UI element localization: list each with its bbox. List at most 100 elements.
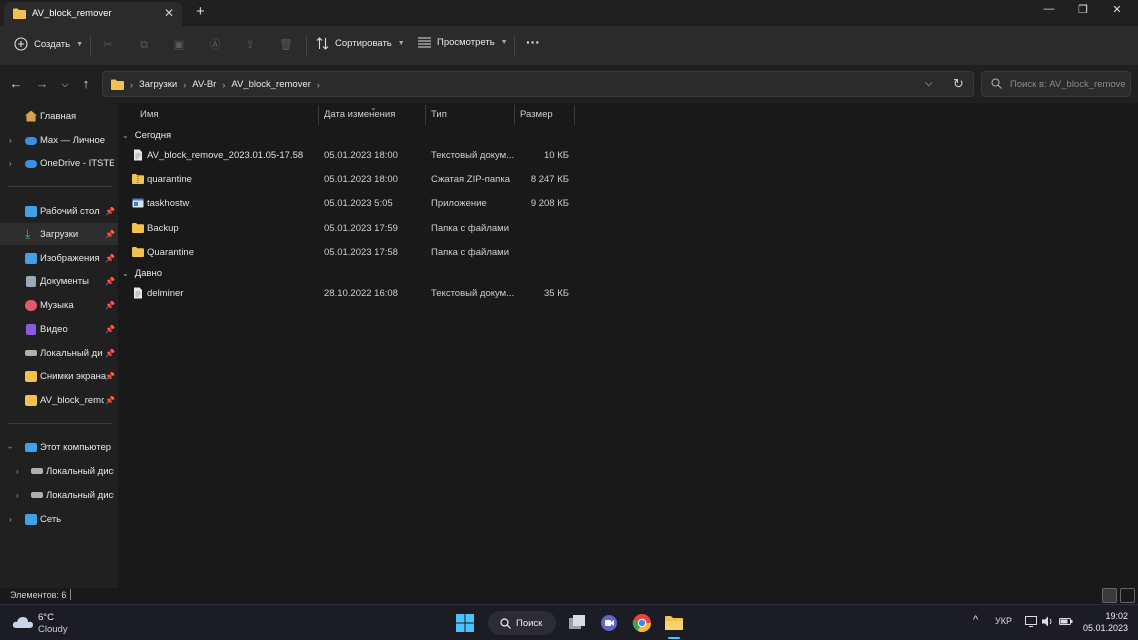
pin-icon[interactable]: 📌 — [105, 277, 115, 286]
search-input[interactable] — [1010, 77, 1126, 92]
file-type: Приложение — [431, 198, 487, 209]
windows-start-icon[interactable] — [455, 613, 475, 633]
address-bar[interactable]: › Загрузки › AV-Br › AV_block_remover › … — [102, 71, 974, 97]
column-divider[interactable] — [425, 105, 426, 125]
pin-icon[interactable]: 📌 — [105, 372, 115, 381]
sidebar-item-pictures[interactable]: Изображения 📌 — [0, 247, 118, 269]
rename-icon[interactable]: Ⓐ — [207, 37, 223, 53]
refresh-icon[interactable]: ↻ — [953, 76, 964, 92]
pin-icon[interactable]: 📌 — [105, 207, 115, 216]
forward-arrow-icon[interactable]: → — [33, 76, 51, 91]
minimize-button[interactable]: — — [1034, 3, 1064, 15]
list-item[interactable]: quarantine 05.01.2023 18:00 Сжатая ZIP-п… — [118, 169, 578, 191]
column-header-type[interactable]: Тип — [431, 109, 447, 120]
tab-av-block-remover[interactable]: AV_block_remover ✕ — [4, 2, 182, 26]
chrome-icon[interactable] — [632, 613, 652, 633]
pin-icon[interactable]: 📌 — [105, 301, 115, 310]
list-item[interactable]: taskhostw 05.01.2023 5:05 Приложение 9 2… — [118, 193, 578, 215]
sidebar-item-av-block-remover[interactable]: AV_block_remover 📌 — [0, 389, 118, 411]
back-arrow-icon[interactable]: ← — [7, 76, 25, 91]
weather-description[interactable]: Cloudy — [38, 624, 68, 635]
cut-icon[interactable]: ✂ — [100, 37, 116, 53]
teams-chat-icon[interactable] — [599, 613, 619, 633]
sidebar-item-videos[interactable]: Видео 📌 — [0, 318, 118, 340]
show-hidden-icons-chevron-icon[interactable]: ^ — [973, 614, 978, 626]
cloud-icon — [25, 137, 37, 145]
breadcrumb-av-block-remover[interactable]: AV_block_remover — [231, 79, 311, 90]
taskbar-clock[interactable]: 19:02 05.01.2023 — [1083, 610, 1128, 634]
tiles-view-button[interactable] — [1120, 588, 1135, 603]
sidebar-item-onedrive-personal[interactable]: › Max — Личное — [0, 129, 118, 151]
pin-icon[interactable]: 📌 — [105, 325, 115, 334]
share-icon[interactable]: ⇪ — [242, 37, 258, 53]
file-date: 05.01.2023 18:00 — [324, 150, 398, 161]
column-header-date[interactable]: Дата изменения — [324, 109, 395, 120]
battery-icon[interactable] — [1059, 616, 1073, 627]
sidebar-item-local-disk-c[interactable]: Локальный диск (C:) 📌 — [0, 342, 118, 364]
tab-title: AV_block_remover — [32, 8, 112, 19]
view-button[interactable]: Просмотреть ▼ — [418, 37, 508, 48]
list-item[interactable]: delminer 28.10.2022 16:08 Текстовый доку… — [118, 283, 578, 305]
column-divider[interactable] — [514, 105, 515, 125]
weather-temperature[interactable]: 6°C — [38, 612, 54, 623]
cloud-weather-icon[interactable] — [12, 615, 34, 629]
list-item[interactable]: Backup 05.01.2023 17:59 Папка с файлами — [118, 218, 578, 240]
chevron-right-icon[interactable]: › — [16, 491, 19, 500]
delete-icon[interactable]: 🗑 — [278, 37, 294, 53]
up-arrow-icon[interactable]: ↑ — [77, 76, 95, 91]
new-tab-button[interactable]: + — [196, 3, 205, 20]
list-item[interactable]: AV_block_remove_2023.01.05-17.58 05.01.2… — [118, 145, 578, 167]
sidebar-item-local-disk-c[interactable]: › Локальный диск (C:) — [0, 460, 118, 482]
toolbar-divider — [90, 36, 91, 56]
chevron-right-icon[interactable]: › — [9, 515, 12, 524]
sort-button[interactable]: Сортировать ▼ — [316, 37, 405, 50]
sidebar-item-onedrive-itstep[interactable]: › OneDrive - ITSTEP — [0, 152, 118, 174]
drive-icon — [31, 492, 43, 498]
address-history-chevron-icon[interactable]: ⌵ — [925, 78, 933, 89]
network-status-icon[interactable] — [1025, 616, 1037, 627]
chevron-right-icon[interactable]: › — [9, 136, 12, 145]
group-header-earlier[interactable]: ⌄ Давно — [122, 268, 162, 279]
list-item[interactable]: Quarantine 05.01.2023 17:58 Папка с файл… — [118, 242, 578, 264]
sidebar-item-label: AV_block_remover — [40, 394, 104, 406]
pin-icon[interactable]: 📌 — [105, 396, 115, 405]
column-divider[interactable] — [574, 105, 575, 125]
close-window-button[interactable]: ✕ — [1102, 3, 1132, 16]
chevron-right-icon[interactable]: › — [9, 159, 12, 168]
column-header-size[interactable]: Размер — [520, 109, 553, 120]
sidebar-item-local-disk-d[interactable]: › Локальный диск (D:) — [0, 484, 118, 506]
sidebar-item-downloads[interactable]: ⤓ Загрузки 📌 — [0, 223, 118, 245]
copy-icon[interactable]: ⧉ — [136, 37, 152, 53]
file-explorer-icon[interactable] — [664, 613, 684, 633]
close-tab-icon[interactable]: ✕ — [164, 6, 174, 20]
column-divider[interactable] — [318, 105, 319, 125]
column-header-name[interactable]: Имя — [140, 109, 159, 120]
chevron-right-icon[interactable]: › — [16, 467, 19, 476]
paste-icon[interactable]: ▣ — [171, 37, 187, 53]
breadcrumb-av-br[interactable]: AV-Br — [192, 79, 216, 90]
taskbar-search-button[interactable]: Поиск — [488, 611, 556, 635]
sidebar-item-desktop[interactable]: Рабочий стол 📌 — [0, 200, 118, 222]
details-view-button[interactable] — [1102, 588, 1117, 603]
volume-icon[interactable] — [1042, 616, 1054, 627]
pin-icon[interactable]: 📌 — [105, 349, 115, 358]
search-box[interactable] — [981, 71, 1131, 97]
task-view-icon[interactable] — [567, 613, 587, 633]
recent-chevron-icon[interactable]: ⌵ — [56, 79, 74, 90]
sidebar-item-this-pc[interactable]: › Этот компьютер — [0, 436, 118, 458]
chevron-down-icon[interactable]: › — [6, 446, 15, 449]
sidebar-item-music[interactable]: Музыка 📌 — [0, 294, 118, 316]
pin-icon[interactable]: 📌 — [105, 230, 115, 239]
maximize-button[interactable]: ❐ — [1068, 3, 1098, 16]
more-options-button[interactable]: ··· — [526, 34, 540, 50]
sidebar-item-home[interactable]: Главная — [0, 105, 118, 127]
sidebar-item-label: Сеть — [40, 513, 62, 525]
breadcrumb-downloads[interactable]: Загрузки — [139, 79, 177, 90]
sidebar-item-screenshots[interactable]: Снимки экрана 📌 — [0, 365, 118, 387]
group-header-today[interactable]: ⌄ Сегодня — [122, 130, 171, 141]
create-button[interactable]: Создать ▼ — [14, 37, 83, 51]
keyboard-language[interactable]: УКР — [995, 616, 1012, 626]
sidebar-item-documents[interactable]: Документы 📌 — [0, 270, 118, 292]
pin-icon[interactable]: 📌 — [105, 254, 115, 263]
sidebar-item-network[interactable]: › Сеть — [0, 508, 118, 530]
